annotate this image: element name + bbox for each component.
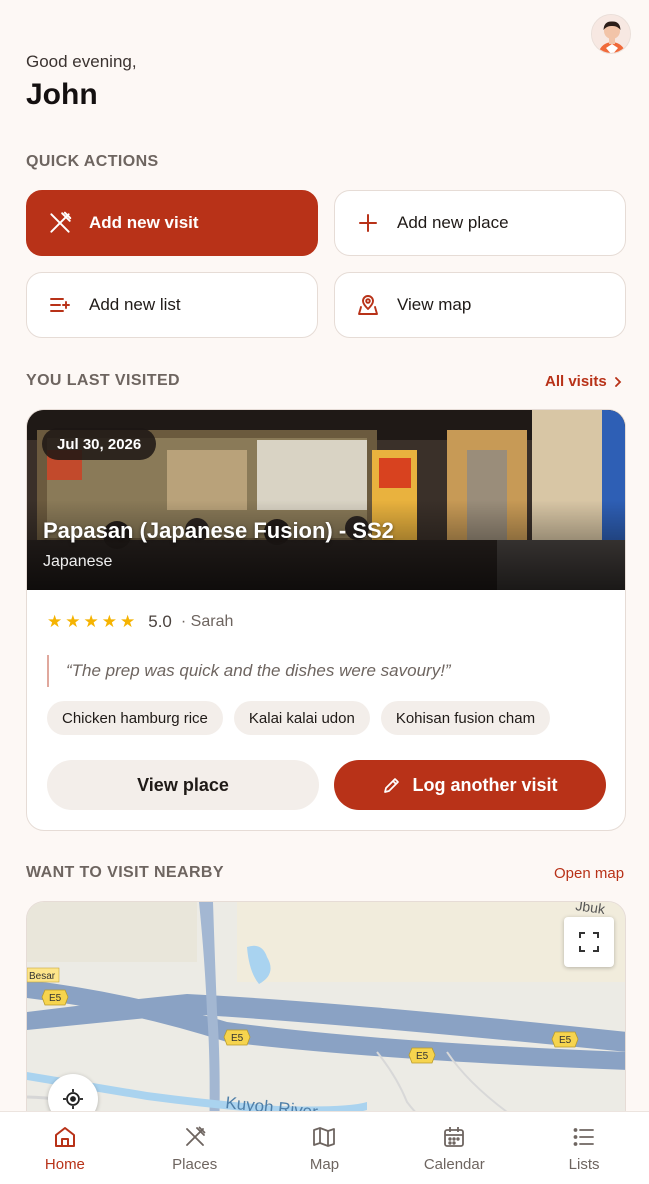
view-place-label: View place [137, 774, 229, 795]
highway-label: E5 [416, 1051, 429, 1062]
open-map-link[interactable]: Open map [554, 865, 624, 882]
highway-shield: E5 [408, 1047, 436, 1064]
pencil-icon [384, 778, 400, 793]
visit-date-badge: Jul 30, 2026 [42, 428, 157, 460]
add-new-place-label: Add new place [397, 213, 509, 232]
star-icon: ★ [120, 612, 136, 631]
rating-row: ★ ★ ★ ★ ★ 5.0 · Sarah [47, 612, 233, 632]
dish-chips: Chicken hamburg rice Kalai kalai udon Ko… [47, 701, 551, 735]
view-place-button[interactable]: View place [47, 760, 319, 810]
add-new-visit-label: Add new visit [89, 213, 199, 232]
list-icon [573, 1127, 594, 1146]
map-road-tag: Besar [29, 971, 56, 982]
tab-lists-label: Lists [568, 1155, 600, 1173]
highway-shield: E5 [223, 1029, 251, 1046]
tab-lists[interactable]: Lists [519, 1112, 649, 1184]
log-another-visit-button[interactable]: Log another visit [334, 760, 606, 810]
restaurant-photo: Jul 30, 2026 Papasan (Japanese Fusion) -… [27, 410, 625, 590]
last-visited-heading: YOU LAST VISITED [26, 372, 180, 389]
chevron-right-icon [614, 376, 621, 387]
tab-home-label: Home [44, 1155, 85, 1173]
view-map-label: View map [397, 295, 472, 314]
highway-label: E5 [49, 993, 62, 1004]
highway-label: E5 [231, 1033, 244, 1044]
review-author: · Sarah [180, 613, 234, 630]
utensils-icon [185, 1126, 206, 1146]
map-pin-icon [355, 292, 381, 318]
tab-places-label: Places [172, 1155, 218, 1173]
review-quote: “The prep was quick and the dishes were … [47, 655, 451, 687]
place-name: Papasan (Japanese Fusion) - SS2 [43, 518, 394, 543]
add-new-place-button[interactable]: Add new place [334, 190, 626, 256]
tab-calendar[interactable]: Calendar [389, 1112, 519, 1184]
map-canvas: Besar E5 E5 E5 E5 Kuyoh River Jbuk [27, 902, 625, 1140]
crosshair-icon [63, 1089, 83, 1109]
all-visits-label: All visits [545, 373, 607, 390]
add-new-list-button[interactable]: Add new list [26, 272, 318, 338]
home-icon [54, 1126, 75, 1147]
star-icon: ★ [83, 612, 99, 631]
calendar-icon [444, 1126, 465, 1147]
log-another-visit-label: Log another visit [412, 774, 558, 795]
fullscreen-icon [579, 932, 599, 952]
add-new-visit-button[interactable]: Add new visit [26, 190, 318, 256]
place-cuisine: Japanese [43, 553, 113, 570]
dish-chip[interactable]: Kalai kalai udon [233, 701, 370, 735]
tab-places[interactable]: Places [130, 1112, 260, 1184]
avatar[interactable] [591, 14, 631, 54]
highway-shield: E5 [551, 1031, 579, 1048]
utensils-icon [47, 210, 73, 236]
last-visit-card[interactable]: Jul 30, 2026 Papasan (Japanese Fusion) -… [26, 409, 626, 831]
dish-chip[interactable]: Chicken hamburg rice [47, 701, 223, 735]
tab-calendar-label: Calendar [423, 1155, 485, 1173]
plus-icon [355, 210, 381, 236]
star-icon: ★ [47, 612, 63, 631]
tab-home[interactable]: Home [0, 1112, 130, 1184]
map-icon [313, 1126, 336, 1147]
nearby-map[interactable]: Besar E5 E5 E5 E5 Kuyoh River Jbuk [26, 901, 626, 1141]
greeting-text: Good evening, [26, 52, 137, 71]
rating-value: 5.0 [148, 612, 172, 631]
tab-map[interactable]: Map [260, 1112, 390, 1184]
view-map-button[interactable]: View map [334, 272, 626, 338]
fullscreen-button[interactable] [564, 917, 614, 967]
bottom-tab-bar: Home Places Map Calendar Lists [0, 1111, 649, 1184]
list-add-icon [47, 292, 73, 318]
star-icon: ★ [65, 612, 81, 631]
quick-actions-heading: QUICK ACTIONS [26, 153, 159, 170]
nearby-heading: WANT TO VISIT NEARBY [26, 864, 224, 881]
star-icon: ★ [101, 612, 117, 631]
highway-shield: E5 [41, 989, 69, 1006]
all-visits-link[interactable]: All visits [545, 373, 623, 390]
tab-map-label: Map [309, 1155, 340, 1173]
dish-chip[interactable]: Kohisan fusion cham [380, 701, 551, 735]
highway-label: E5 [559, 1035, 572, 1046]
user-avatar-icon [592, 15, 630, 53]
user-name: John [26, 78, 98, 111]
add-new-list-label: Add new list [89, 295, 181, 314]
